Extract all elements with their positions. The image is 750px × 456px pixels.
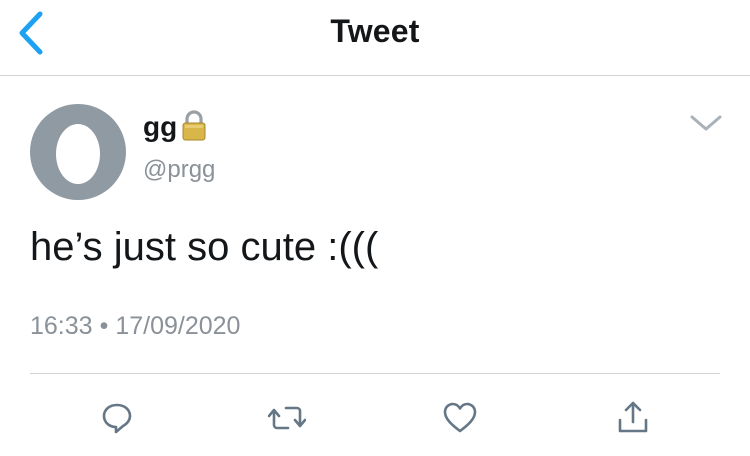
heart-icon (442, 401, 478, 435)
author-handle[interactable]: @prgg (143, 155, 215, 185)
tweet-text: he’s just so cute :((( (30, 225, 379, 269)
page-title: Tweet (330, 13, 420, 49)
display-name[interactable]: gg (143, 109, 177, 145)
nav-bar: Tweet (0, 0, 750, 76)
chevron-down-icon (688, 108, 724, 138)
tweet-timestamp: 16:33 • 17/09/2020 (30, 310, 240, 342)
reply-icon (100, 401, 134, 435)
author-name-row: gg (143, 109, 207, 145)
avatar[interactable] (30, 104, 126, 200)
more-options-button[interactable] (688, 108, 724, 138)
meta-separator: • (99, 312, 109, 340)
divider (30, 373, 720, 374)
reply-button[interactable] (95, 396, 139, 440)
tweet-date: 17/09/2020 (115, 312, 241, 340)
retweet-icon (268, 401, 306, 435)
share-icon (616, 400, 650, 436)
tweet-time: 16:33 (30, 312, 93, 340)
share-button[interactable] (611, 396, 655, 440)
lock-icon (181, 110, 207, 142)
retweet-button[interactable] (265, 396, 309, 440)
like-button[interactable] (438, 396, 482, 440)
